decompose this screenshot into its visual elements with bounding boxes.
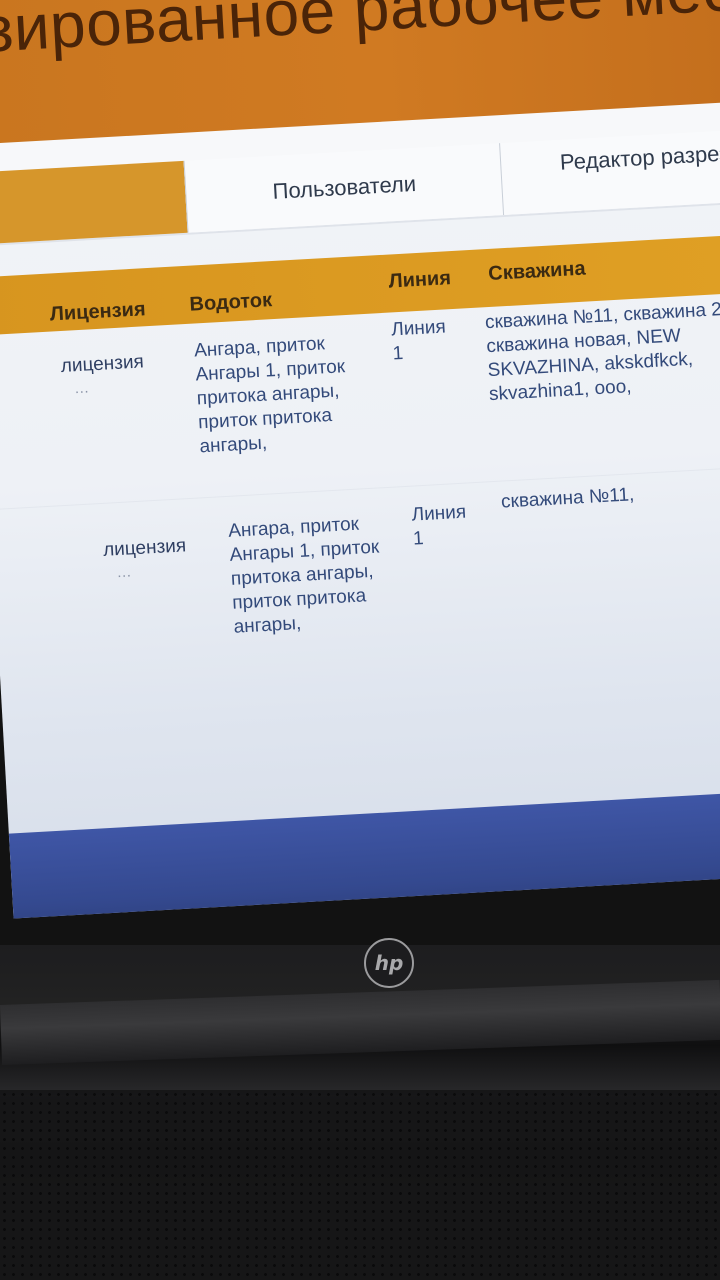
well-cell: скважина №11, скважина 2, скважина новая…	[484, 298, 720, 406]
line-cell: Линия 1	[390, 316, 447, 365]
column-header-stream[interactable]: Водоток	[189, 289, 273, 317]
ellipsis-icon[interactable]: …	[74, 379, 92, 397]
license-cell: лицензия	[102, 535, 187, 561]
column-header-well[interactable]: Скважина	[488, 258, 586, 286]
tab-section-editor[interactable]: Редактор разреза	[499, 126, 720, 216]
photo: зированное рабочее место Пользователи Ре…	[0, 0, 720, 1280]
hp-logo: hp	[364, 938, 414, 988]
ellipsis-icon[interactable]: …	[116, 563, 134, 581]
license-cell: лицензия	[60, 351, 145, 377]
taskbar	[8, 787, 720, 919]
column-header-line[interactable]: Линия	[388, 267, 452, 293]
well-cell: скважина №11,	[500, 484, 635, 513]
column-header-license[interactable]: Лицензия	[49, 298, 146, 326]
stream-cell: Ангара, приток Ангары 1, приток притока …	[193, 333, 346, 458]
speaker-grille	[0, 1090, 720, 1280]
tab-active[interactable]	[0, 160, 188, 245]
tab-users[interactable]: Пользователи	[183, 143, 505, 233]
app-title: зированное рабочее место	[0, 0, 720, 66]
line-cell: Линия 1	[411, 501, 467, 550]
laptop-screen: зированное рабочее место Пользователи Ре…	[0, 0, 720, 919]
stream-cell: Ангара, приток Ангары 1, приток притока …	[227, 513, 380, 638]
